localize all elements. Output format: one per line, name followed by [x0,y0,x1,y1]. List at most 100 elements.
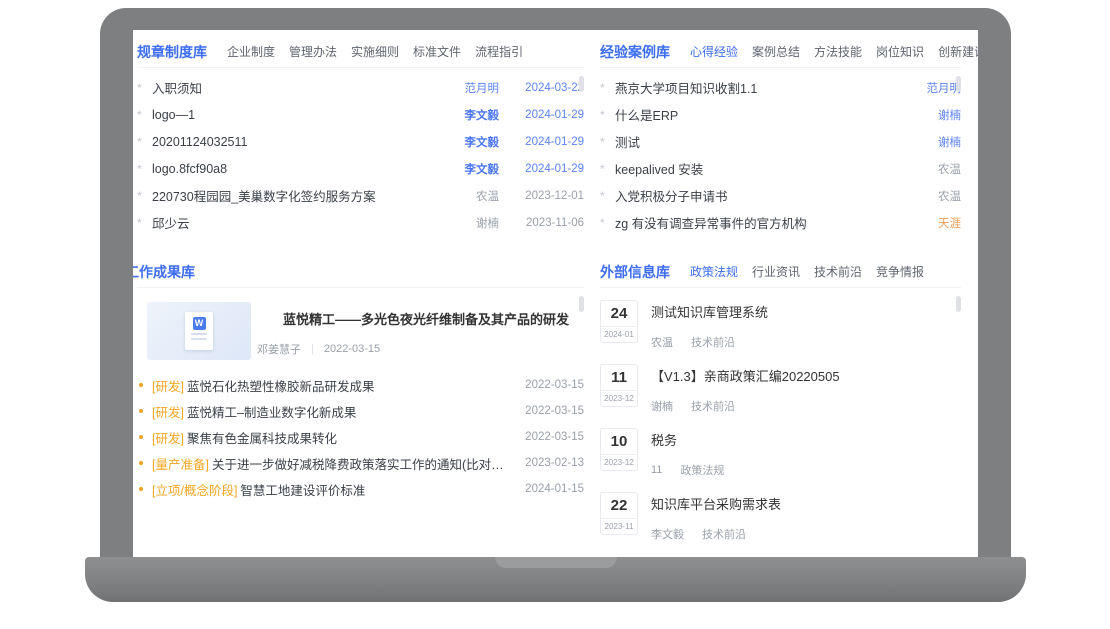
experience-list: * 燕京大学项目知识收割1.1 范月明 * 什么是ERP 谢楠 * 测试 谢楠 [600,68,961,236]
date-day: 22 [601,493,637,519]
list-item[interactable]: * 入党积极分子申请书 农温 [600,182,961,209]
tab-process-guides[interactable]: 流程指引 [475,43,523,60]
list-item[interactable]: [研发] 聚焦有色金属科技成果转化 2022-03-15 [139,424,584,450]
item-date: 2024-01-29 [499,136,584,148]
star-bullet-icon: * [137,135,152,149]
tab-innovation-suggestions[interactable]: 创新建议 [938,43,978,60]
item-date: 2024-01-29 [499,163,584,175]
list-item[interactable]: 10 2023-12 税务 11 政策法规 [600,428,961,478]
list-item[interactable]: [研发] 蓝悦石化热塑性橡胶新品研发成果 2022-03-15 [139,372,584,398]
featured-result[interactable]: W 蓝悦精工——多光色夜光纤维制备及其产品的研发 邓姜慧子 | 2022-03-… [147,302,584,360]
external-list: 24 2024-01 测试知识库管理系统 农温 技术前沿 [600,288,961,542]
item-title[interactable]: 聚焦有色金属科技成果转化 [187,428,515,447]
scrollbar[interactable] [956,296,961,312]
date-day: 10 [601,429,637,455]
item-title[interactable]: 入职须知 [152,78,429,97]
list-item[interactable]: * 220730程园园_美巢数字化签约服务方案 农温 2023-12-01 [137,182,584,209]
featured-title[interactable]: 蓝悦精工——多光色夜光纤维制备及其产品的研发 [257,302,584,328]
item-title[interactable]: logo—1 [152,108,429,122]
item-title[interactable]: 税务 [651,428,961,449]
item-title[interactable]: keepalived 安装 [615,159,891,178]
dot-bullet-icon [139,409,143,413]
star-bullet-icon: * [600,135,615,149]
list-item[interactable]: * 燕京大学项目知识收割1.1 范月明 [600,74,961,101]
item-author: 谢楠 [651,398,673,414]
item-date: 2023-11-06 [499,217,584,229]
list-item[interactable]: * zg 有没有调查异常事件的官方机构 天涯 [600,209,961,236]
item-title[interactable]: 蓝悦石化热塑性橡胶新品研发成果 [187,376,515,395]
list-item[interactable]: * 入职须知 范月明 2024-03-22 [137,74,584,101]
results-panel-title[interactable]: 工作成果库 [133,262,195,282]
meta-divider: | [311,343,314,355]
doc-line [191,333,207,335]
item-title[interactable]: 什么是ERP [615,105,891,124]
item-date: 2022-03-15 [525,379,584,391]
item-meta: 11 政策法规 [651,462,961,478]
rules-panel-title[interactable]: 规章制度库 [137,42,207,62]
tab-competitive-intel[interactable]: 竞争情报 [876,263,924,280]
item-title[interactable]: 智慧工地建设评价标准 [240,480,515,499]
list-item[interactable]: [量产准备] 关于进一步做好减税降费政策落实工作的通知(比对文档) 2023-0… [139,450,584,476]
tab-industry-news[interactable]: 行业资讯 [752,263,800,280]
item-title[interactable]: 【V1.3】亲商政策汇编20220505 [651,364,961,385]
item-author: 谢楠 [429,215,499,231]
list-item[interactable]: [研发] 蓝悦精工–制造业数字化新成果 2022-03-15 [139,398,584,424]
item-title[interactable]: 蓝悦精工–制造业数字化新成果 [187,402,515,421]
list-item[interactable]: * 邱少云 谢楠 2023-11-06 [137,209,584,236]
item-date: 2022-03-15 [525,405,584,417]
tab-job-knowledge[interactable]: 岗位知识 [876,43,924,60]
list-item[interactable]: * logo—1 李文毅 2024-01-29 [137,101,584,128]
tab-implementation-details[interactable]: 实施细则 [351,43,399,60]
external-panel-title[interactable]: 外部信息库 [600,262,670,282]
tab-insights[interactable]: 心得经验 [690,43,738,60]
experience-panel-title[interactable]: 经验案例库 [600,42,670,62]
item-title[interactable]: 入党积极分子申请书 [615,186,891,205]
featured-author: 邓姜慧子 [257,341,301,357]
list-item[interactable]: * 测试 谢楠 [600,128,961,155]
list-item[interactable]: 22 2023-11 知识库平台采购需求表 李文毅 技术前沿 [600,492,961,542]
tab-method-skills[interactable]: 方法技能 [814,43,862,60]
item-author: 谢楠 [891,134,961,150]
list-item[interactable]: * 20201124032511 李文毅 2024-01-29 [137,128,584,155]
star-bullet-icon: * [137,189,152,203]
item-date: 2024-01-15 [525,483,584,495]
item-author: 李文毅 [429,134,499,150]
item-title[interactable]: 关于进一步做好减税降费政策落实工作的通知(比对文档) [212,454,515,473]
star-bullet-icon: * [137,108,152,122]
tab-tech-frontier[interactable]: 技术前沿 [814,263,862,280]
item-title[interactable]: 220730程园园_美巢数字化签约服务方案 [152,186,429,205]
list-item[interactable]: * logo.8fcf90a8 李文毅 2024-01-29 [137,155,584,182]
list-item[interactable]: [立项/概念阶段] 智慧工地建设评价标准 2024-01-15 [139,476,584,502]
date-box: 11 2023-12 [600,364,638,407]
item-content: 税务 11 政策法规 [638,428,961,478]
list-item[interactable]: 11 2023-12 【V1.3】亲商政策汇编20220505 谢楠 技术前沿 [600,364,961,414]
list-item[interactable]: * keepalived 安装 农温 [600,155,961,182]
date-box: 10 2023-12 [600,428,638,471]
item-title[interactable]: 测试 [615,132,891,151]
tab-management-methods[interactable]: 管理办法 [289,43,337,60]
featured-content: 蓝悦精工——多光色夜光纤维制备及其产品的研发 邓姜慧子 | 2022-03-15 [257,302,584,360]
item-author: 天涯 [891,215,961,231]
item-title[interactable]: 燕京大学项目知识收割1.1 [615,78,891,97]
tab-policies-regulations[interactable]: 政策法规 [690,263,738,280]
item-title[interactable]: 20201124032511 [152,135,429,149]
item-title[interactable]: 知识库平台采购需求表 [651,492,961,513]
tab-enterprise-rules[interactable]: 企业制度 [227,43,275,60]
panel-external-library: 外部信息库 政策法规 行业资讯 技术前沿 竞争情报 24 2024-01 测试知… [600,256,961,556]
tab-case-summaries[interactable]: 案例总结 [752,43,800,60]
item-title[interactable]: 邱少云 [152,213,429,232]
scrollbar[interactable] [579,296,584,312]
scrollbar[interactable] [956,76,961,92]
item-title[interactable]: zg 有没有调查异常事件的官方机构 [615,213,891,232]
featured-thumbnail[interactable]: W [147,302,251,360]
list-item[interactable]: * 什么是ERP 谢楠 [600,101,961,128]
item-title[interactable]: 测试知识库管理系统 [651,300,961,321]
list-item[interactable]: 24 2024-01 测试知识库管理系统 农温 技术前沿 [600,300,961,350]
item-author: 11 [651,464,662,476]
item-title[interactable]: logo.8fcf90a8 [152,162,429,176]
tab-standard-documents[interactable]: 标准文件 [413,43,461,60]
star-bullet-icon: * [137,216,152,230]
scrollbar[interactable] [579,76,584,92]
item-author: 农温 [651,334,673,350]
dashboard-screen: 规章制度库 企业制度 管理办法 实施细则 标准文件 流程指引 * 入职须知 范月… [133,30,978,557]
